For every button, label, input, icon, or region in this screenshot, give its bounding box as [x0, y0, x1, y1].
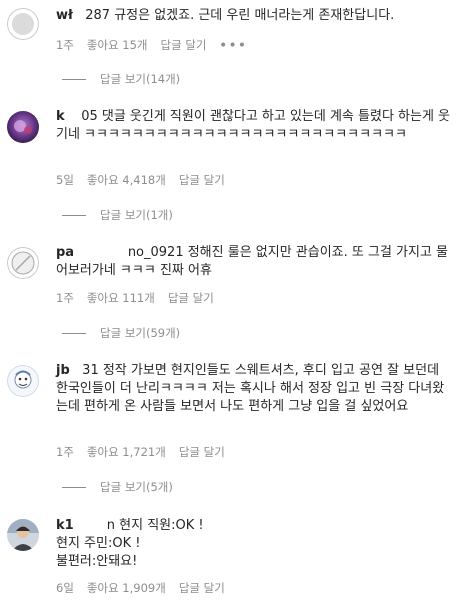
comment-time[interactable]: 1주 [56, 38, 74, 52]
replies-divider [62, 333, 86, 334]
comment-body: no_0921 정해진 룰은 없지만 관습이죠. 또 그걸 가지고 물어보러가네… [56, 245, 449, 278]
comment-username[interactable]: wł [56, 8, 73, 23]
comment-time[interactable]: 1주 [56, 445, 74, 459]
replies-divider [62, 487, 86, 488]
view-replies-label[interactable]: 답글 보기(14개) [100, 72, 180, 86]
comment-body: 31 정작 가보면 현지인들도 스웨트셔츠, 후디 입고 공연 잘 보던데 한국… [56, 363, 445, 414]
comment-body: 05 댓글 웃긴게 직원이 괜찮다고 하고 있는데 계속 틀렸다 하는게 웃기네… [56, 109, 451, 142]
comment-text: k 05 댓글 웃긴게 직원이 괜찮다고 하고 있는데 계속 틀렸다 하는게 웃… [56, 108, 452, 144]
view-replies-button[interactable]: 답글 보기(1개) [62, 207, 173, 223]
comment-likes[interactable]: 좋아요 4,418개 [87, 173, 166, 187]
comment-time[interactable]: 6일 [56, 581, 74, 595]
view-replies-button[interactable]: 답글 보기(5개) [62, 479, 173, 495]
comment-meta: 1주 좋아요 1,721개 답글 달기 [56, 444, 238, 460]
view-replies-label[interactable]: 답글 보기(1개) [100, 208, 173, 222]
comment-time[interactable]: 1주 [56, 291, 74, 305]
view-replies-button[interactable]: 답글 보기(59개) [62, 325, 180, 341]
comment-likes[interactable]: 좋아요 111개 [87, 291, 155, 305]
comment-likes[interactable]: 좋아요 1,721개 [87, 445, 166, 459]
replies-divider [62, 215, 86, 216]
reply-button[interactable]: 답글 달기 [168, 291, 214, 305]
purple-photo-avatar[interactable] [7, 111, 39, 143]
comment-username[interactable]: pa [56, 245, 74, 260]
comment-meta: 1주 좋아요 15개 답글 달기 ••• [56, 37, 261, 53]
comment-text: pa no_0921 정해진 룰은 없지만 관습이죠. 또 그걸 가지고 물어보… [56, 244, 452, 280]
comment-likes[interactable]: 좋아요 1,909개 [87, 581, 166, 595]
no-avatar-icon[interactable] [7, 247, 39, 279]
comment-text: jb 31 정작 가보면 현지인들도 스웨트셔츠, 후디 입고 공연 잘 보던데… [56, 362, 452, 416]
view-replies-button[interactable]: 답글 보기(14개) [62, 71, 180, 87]
comment-username[interactable]: k [56, 109, 65, 124]
comment-meta: 1주 좋아요 111개 답글 달기 [56, 290, 227, 306]
comment-time[interactable]: 5일 [56, 173, 74, 187]
replies-divider [62, 79, 86, 80]
reply-button[interactable]: 답글 달기 [179, 173, 225, 187]
comment-text: k1 n 현지 직원:OK ! 현지 주민:OK ! 불편러:안돼요! [56, 517, 452, 571]
more-options-icon[interactable]: ••• [220, 38, 248, 52]
comment-username[interactable]: jb [56, 363, 70, 378]
reply-button[interactable]: 답글 달기 [179, 581, 225, 595]
comment-body: 287 규정은 없겠죠. 근데 우린 매너라는게 존재한답니다. [85, 8, 395, 23]
comment-likes[interactable]: 좋아요 15개 [87, 38, 148, 52]
view-replies-label[interactable]: 답글 보기(5개) [100, 480, 173, 494]
person-photo-avatar[interactable] [7, 519, 39, 551]
reply-button[interactable]: 답글 달기 [161, 38, 207, 52]
default-avatar-icon[interactable] [7, 8, 39, 40]
reply-button[interactable]: 답글 달기 [179, 445, 225, 459]
comment-text: wł 287 규정은 없겠죠. 근데 우린 매너라는게 존재한답니다. [56, 7, 452, 25]
comment-body: n 현지 직원:OK ! 현지 주민:OK ! 불편러:안돼요! [56, 518, 204, 569]
comment-meta: 6일 좋아요 1,909개 답글 달기 [56, 580, 238, 596]
cartoon-avatar-icon[interactable] [7, 365, 39, 397]
comment-username[interactable]: k1 [56, 518, 74, 533]
view-replies-label[interactable]: 답글 보기(59개) [100, 326, 180, 340]
comment-meta: 5일 좋아요 4,418개 답글 달기 [56, 172, 238, 188]
